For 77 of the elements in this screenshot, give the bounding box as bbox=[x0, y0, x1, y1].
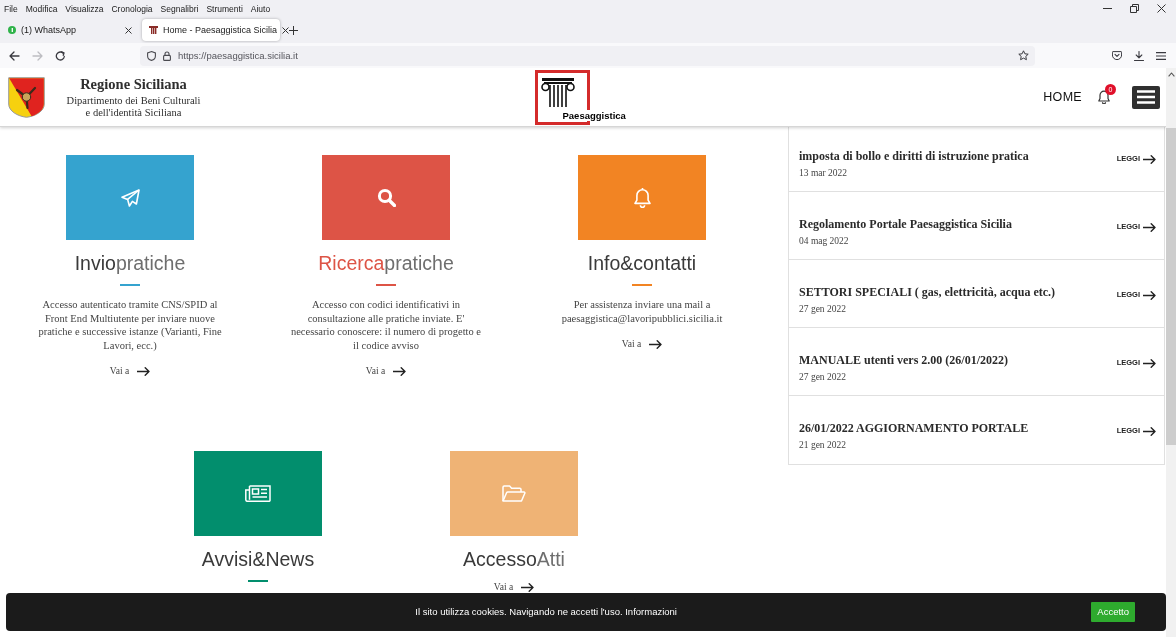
lock-icon[interactable] bbox=[163, 50, 171, 61]
tile-title: Inviopratiche bbox=[74, 251, 186, 275]
pocket-icon[interactable] bbox=[1112, 51, 1122, 60]
category-tile[interactable] bbox=[578, 155, 706, 240]
star-icon[interactable] bbox=[1018, 50, 1029, 61]
cookie-message: Il sito utilizza cookies. Navigando ne accetti l'uso. Informazioni bbox=[415, 606, 677, 618]
tile-title: Avvisi&News bbox=[201, 547, 315, 571]
news-title[interactable]: 26/01/2022 AGGIORNAMENTO PORTALE bbox=[799, 420, 1029, 436]
arrow-right-icon[interactable] bbox=[521, 582, 535, 592]
arrow-right-icon[interactable] bbox=[649, 339, 663, 349]
menu-item[interactable]: Visualizza bbox=[65, 3, 104, 14]
scrollbar-thumb[interactable] bbox=[1166, 128, 1176, 445]
tile-title: Ricercapratiche bbox=[318, 251, 454, 275]
menu-item[interactable]: File bbox=[4, 3, 18, 14]
menu-item[interactable]: Aiuto bbox=[250, 3, 271, 14]
arrow-right-icon[interactable] bbox=[1143, 426, 1156, 436]
news-title[interactable]: imposta di bollo e diritti di istruzione pratica bbox=[799, 148, 1029, 164]
paper-plane-icon bbox=[120, 188, 140, 207]
menu-icon[interactable] bbox=[1156, 51, 1166, 60]
scrollbar[interactable] bbox=[1166, 68, 1176, 637]
tile-description: Accesso con codici identificativi in consultazione alle pratiche inviate. E' necessario conoscere: il numero di progetto e il codice avviso bbox=[290, 298, 482, 352]
news-date: 21 gen 2022 bbox=[799, 439, 846, 451]
bell-icon bbox=[633, 187, 651, 208]
newspaper-icon bbox=[245, 485, 271, 502]
category-tile[interactable] bbox=[450, 451, 578, 536]
column-icon bbox=[149, 26, 158, 34]
restore-icon[interactable] bbox=[1130, 4, 1139, 13]
coat-of-arms-icon[interactable] bbox=[8, 76, 45, 118]
arrow-right-icon[interactable] bbox=[1143, 154, 1156, 164]
reload-icon[interactable] bbox=[55, 50, 66, 61]
news-date: 27 gen 2022 bbox=[799, 371, 846, 383]
go-link[interactable]: Vai a bbox=[621, 337, 663, 351]
menu-item[interactable]: Modifica bbox=[25, 3, 58, 14]
logo-text: Paesaggistica bbox=[561, 109, 627, 121]
arrow-right-icon[interactable] bbox=[1143, 358, 1156, 368]
home-link[interactable]: HOME bbox=[1043, 89, 1082, 105]
menu-button[interactable] bbox=[1132, 85, 1160, 109]
download-icon[interactable] bbox=[1134, 50, 1144, 61]
org-subtitle: Dipartimento dei Beni Culturali bbox=[66, 95, 201, 107]
go-link[interactable]: Vai a bbox=[109, 364, 151, 378]
news-title[interactable]: Regolamento Portale Paesaggistica Sicilia bbox=[799, 216, 1012, 232]
org-name: Regione Siciliana bbox=[80, 76, 187, 93]
arrow-right-icon[interactable] bbox=[393, 366, 407, 376]
arrow-right-icon[interactable] bbox=[137, 366, 151, 376]
new-tab-icon[interactable] bbox=[289, 25, 298, 35]
tab-close-icon[interactable] bbox=[125, 26, 132, 34]
tile-title: Info&contatti bbox=[587, 251, 697, 275]
menu-item[interactable]: Segnalibri bbox=[160, 3, 199, 14]
notification-dot-icon bbox=[8, 26, 16, 34]
org-subtitle: e dell'identità Siciliana bbox=[85, 106, 182, 118]
tile-description: Accesso autenticato tramite CNS/SPID al Front End Multiutente per inviare nuove pratiche e successive istanze (Varianti, Fine Lavori, ecc.) bbox=[37, 298, 223, 352]
tile-title: AccessoAtti bbox=[463, 547, 565, 571]
go-link[interactable]: Vai a bbox=[365, 364, 407, 378]
menu-item[interactable]: Strumenti bbox=[206, 3, 243, 14]
news-date: 27 gen 2022 bbox=[799, 303, 846, 315]
category-tile[interactable] bbox=[66, 155, 194, 240]
news-title[interactable]: SETTORI SPECIALI ( gas, elettricità, acqua etc.) bbox=[799, 284, 1056, 300]
go-link[interactable]: Vai a bbox=[493, 580, 535, 594]
tile-description: Per assistenza inviare una mail a paesaggistica@lavoripubblici.sicilia.it bbox=[560, 298, 724, 325]
news-date: 13 mar 2022 bbox=[799, 167, 848, 179]
browser-tab[interactable]: (1) WhatsApp bbox=[1, 19, 139, 41]
bell-icon[interactable] bbox=[1098, 90, 1110, 104]
arrow-right-icon[interactable] bbox=[1143, 222, 1156, 232]
back-icon[interactable] bbox=[9, 50, 20, 61]
menu-item[interactable]: Cronologia bbox=[111, 3, 153, 14]
news-date: 04 mag 2022 bbox=[799, 235, 849, 247]
arrow-right-icon[interactable] bbox=[1143, 290, 1156, 300]
address-bar[interactable]: https://paesaggistica.sicilia.it bbox=[140, 45, 1035, 66]
shield-icon[interactable] bbox=[147, 50, 156, 61]
close-icon[interactable] bbox=[1157, 4, 1166, 13]
folder-icon bbox=[502, 484, 526, 503]
category-tile[interactable] bbox=[322, 155, 450, 240]
tab-close-icon[interactable] bbox=[282, 26, 290, 34]
news-title[interactable]: MANUALE utenti vers 2.00 (26/01/2022) bbox=[799, 352, 1008, 368]
category-tile[interactable] bbox=[194, 451, 322, 536]
info-link[interactable]: Informazioni bbox=[625, 606, 677, 617]
search-icon bbox=[376, 188, 396, 207]
